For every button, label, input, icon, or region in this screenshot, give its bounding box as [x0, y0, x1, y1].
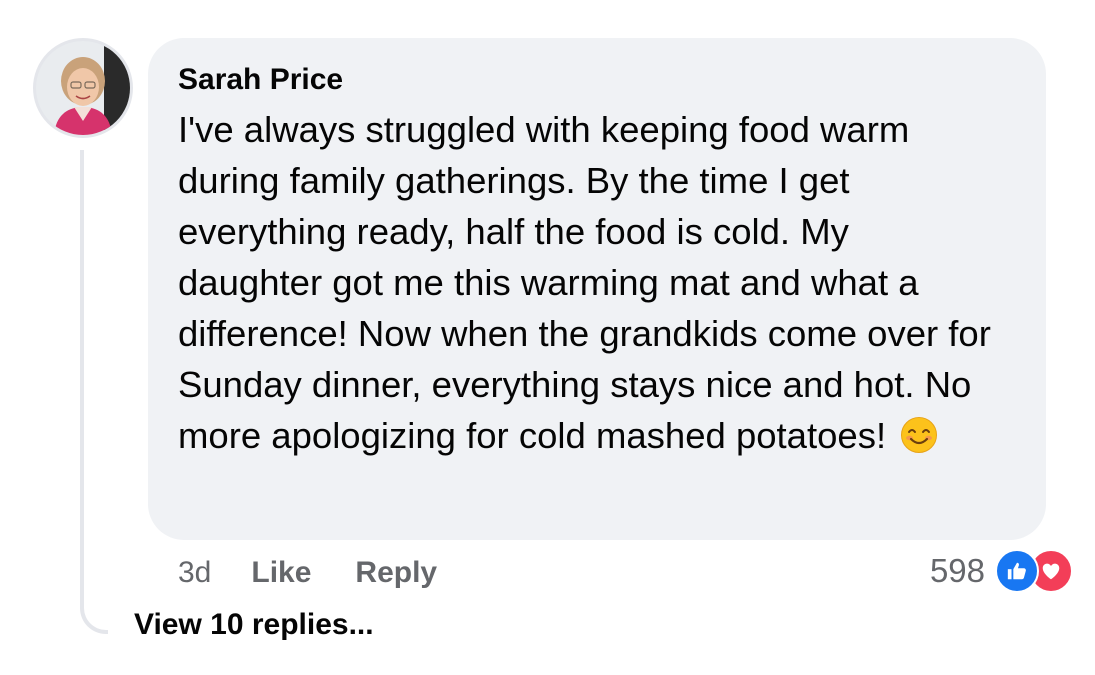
view-replies-link[interactable]: View 10 replies...: [134, 608, 374, 642]
reaction-summary[interactable]: 598: [930, 546, 1073, 596]
comment-timestamp[interactable]: 3d: [178, 556, 211, 590]
reply-button[interactable]: Reply: [355, 556, 437, 590]
comment-text: I've always struggled with keeping food …: [178, 109, 991, 456]
smiling-face-emoji-icon: [900, 416, 938, 454]
comment-body: I've always struggled with keeping food …: [178, 104, 998, 461]
comment-author[interactable]: Sarah Price: [178, 60, 343, 100]
reaction-count: 598: [929, 552, 985, 589]
comment-actions: 3d Like Reply: [178, 550, 481, 596]
thumbs-up-icon: [995, 549, 1039, 593]
reply-thread-line: [80, 150, 108, 634]
avatar[interactable]: [33, 38, 133, 138]
profile-photo: [36, 41, 130, 135]
comment-bubble: Sarah Price I've always struggled with k…: [148, 38, 1046, 540]
reaction-icons: [995, 549, 1073, 593]
like-button[interactable]: Like: [251, 556, 311, 590]
